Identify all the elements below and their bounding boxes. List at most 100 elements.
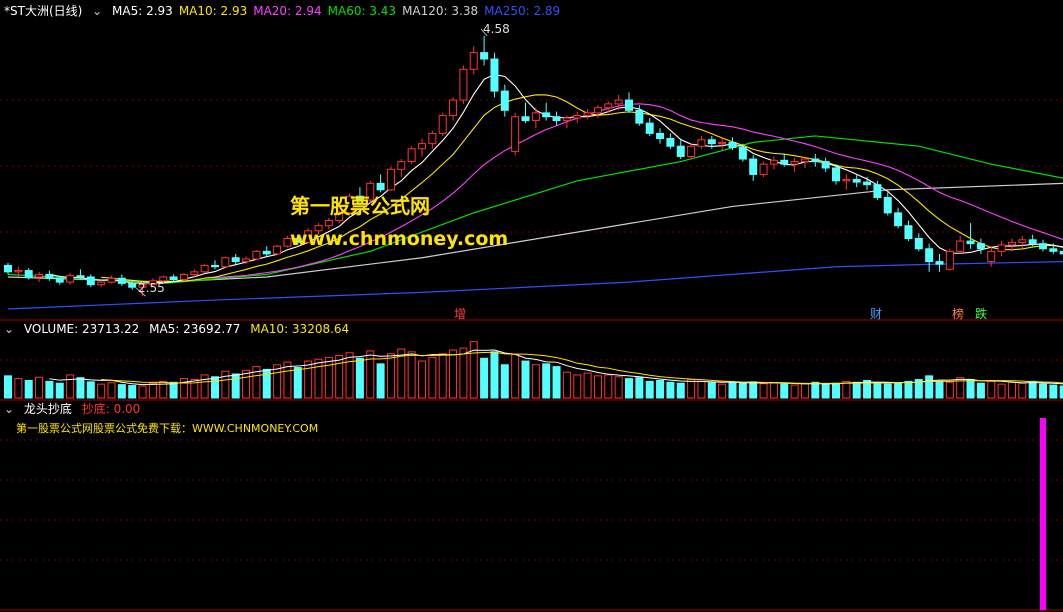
candle-up <box>987 250 996 263</box>
candle-down <box>749 158 758 175</box>
volume-bar-down <box>552 366 561 399</box>
candle-down <box>914 238 923 250</box>
volume-bar-down <box>976 382 985 399</box>
volume-bar-down <box>707 382 716 399</box>
volume-title: VOLUME: 23713.22 <box>23 322 140 336</box>
candle-down <box>480 52 489 60</box>
volume-bar-up <box>14 378 23 399</box>
volume-bar-down <box>1028 380 1037 399</box>
candle-down <box>832 167 840 182</box>
volume-bar-down <box>355 357 364 399</box>
ma-legend-item: MA10: 2.93 <box>178 4 248 18</box>
candle-down <box>24 270 33 278</box>
candle-down <box>821 161 830 169</box>
candle-down <box>231 257 240 263</box>
candle-down <box>976 243 985 250</box>
volume-bar-up <box>304 360 313 399</box>
candle-down <box>4 264 12 273</box>
chevron-down-icon[interactable]: ⌄ <box>4 402 14 416</box>
candle-up <box>604 103 613 109</box>
volume-bar-up <box>221 370 230 399</box>
candle-down <box>500 90 509 111</box>
volume-bar-down <box>749 381 758 399</box>
candle-up <box>956 240 965 252</box>
candle-down <box>811 158 820 163</box>
candle-down <box>935 261 944 265</box>
volume-bar-down <box>656 379 665 399</box>
candle-down <box>666 138 675 147</box>
candle-down <box>1049 248 1058 252</box>
candle-down <box>707 139 716 145</box>
candle-up <box>573 114 582 119</box>
candle-down <box>863 181 872 186</box>
candle-up <box>407 148 416 163</box>
volume-bar-down <box>490 351 499 399</box>
candle-down <box>966 240 975 245</box>
volume-ma10: MA10: 33208.64 <box>250 322 350 336</box>
volume-bar-down <box>966 379 975 399</box>
candle-up <box>221 257 230 268</box>
volume-legend: ⌄ VOLUME: 23713.22 MA5: 23692.77 MA10: 3… <box>4 322 355 336</box>
volume-bar-up <box>438 353 447 399</box>
marker-cai[interactable]: 财 <box>870 305 882 322</box>
candle-up <box>687 145 696 157</box>
volume-bar-down <box>883 383 892 399</box>
candle-up <box>459 68 468 101</box>
marker-die[interactable]: 跌 <box>975 305 987 322</box>
volume-bar-up <box>593 375 602 399</box>
volume-bar-down <box>500 364 509 399</box>
indicator-value: 抄底: 0.00 <box>81 402 141 416</box>
candle-down <box>728 141 737 148</box>
candle-down <box>45 273 54 279</box>
signal-bar <box>1040 418 1046 610</box>
volume-bar-down <box>821 383 830 399</box>
volume-bar-up <box>324 356 333 399</box>
candle-up <box>190 271 199 275</box>
volume-bar-up <box>718 383 727 399</box>
download-notice: 第一股票公式网股票公式免费下载：WWW.CHNMONEY.COM <box>16 422 319 435</box>
candle-up <box>97 281 106 286</box>
high-price-label: 4.58 <box>483 22 510 36</box>
candle-up <box>945 250 954 270</box>
candle-up <box>14 270 23 273</box>
volume-bar-down <box>231 373 240 399</box>
candle-down <box>852 179 861 183</box>
candle-down <box>780 159 789 165</box>
candle-up <box>769 159 778 165</box>
chevron-down-icon[interactable]: ⌄ <box>4 322 14 336</box>
candle-down <box>1028 239 1037 245</box>
stock-title[interactable]: *ST大洲(日线) <box>4 4 82 18</box>
marker-zeng[interactable]: 增 <box>454 305 466 322</box>
volume-bar-up <box>386 353 395 399</box>
volume-bar-up <box>242 369 251 399</box>
volume-bar-down <box>625 378 633 399</box>
candle-down <box>738 146 747 160</box>
candle-down <box>645 122 654 134</box>
volume-bar-down <box>117 384 126 399</box>
candle-up <box>418 143 426 150</box>
volume-bar-up <box>987 380 996 399</box>
chevron-down-icon[interactable]: ⌄ <box>92 4 102 18</box>
candle-down <box>925 248 934 263</box>
volume-bar-up <box>562 371 571 399</box>
volume-bar-up <box>407 351 416 399</box>
volume-bar-down <box>521 360 530 399</box>
candle-down <box>55 277 64 283</box>
candle-down <box>86 276 95 286</box>
ma-legend-item: MA120: 3.38 <box>402 4 479 18</box>
volume-bar-up <box>66 374 75 399</box>
volume-bar-up <box>200 374 209 399</box>
volume-bar-up <box>335 355 344 399</box>
candle-up <box>449 99 458 116</box>
candle-up <box>562 117 571 122</box>
marker-bang[interactable]: 榜 <box>952 305 964 322</box>
volume-bar-down <box>1049 384 1058 399</box>
candle-up <box>179 273 188 281</box>
ma5-line <box>49 73 1063 284</box>
volume-ma5: MA5: 23692.77 <box>149 322 241 336</box>
volume-bar-up <box>687 379 696 399</box>
candle-up <box>242 258 251 263</box>
volume-bar-up <box>531 364 540 399</box>
candle-up <box>107 277 116 283</box>
volume-bar-down <box>1039 383 1047 399</box>
